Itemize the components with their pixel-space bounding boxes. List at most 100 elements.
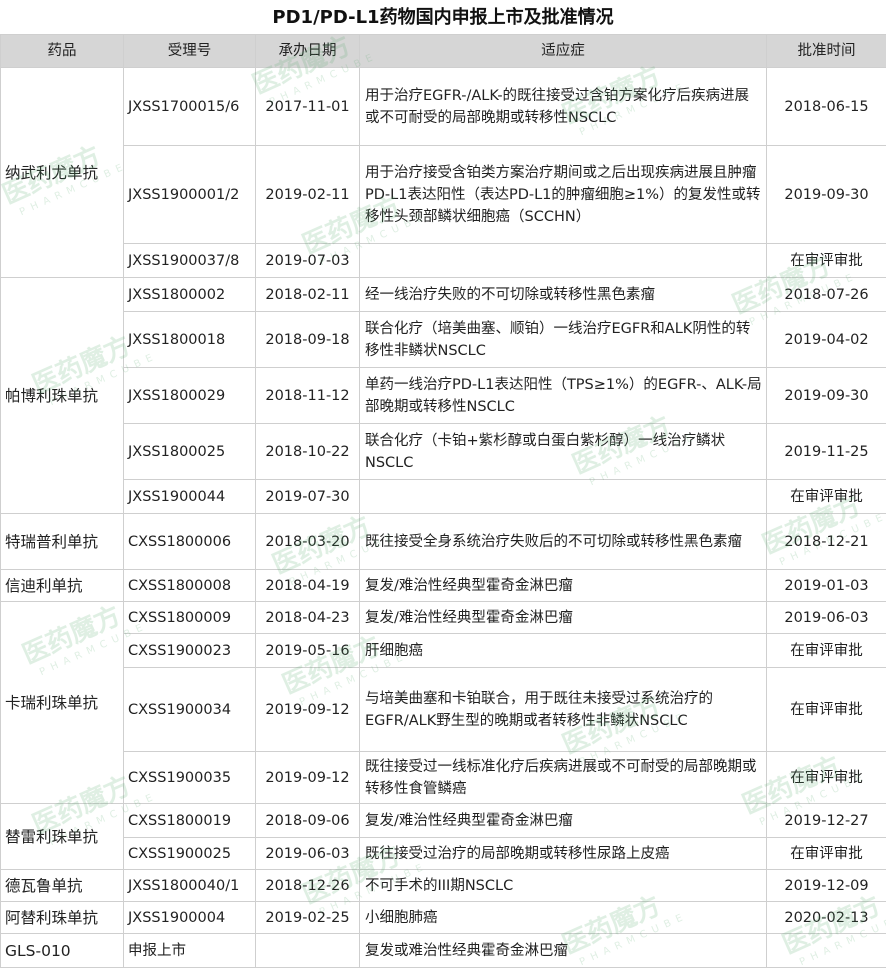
drug-name-cell: 纳武利尤单抗 — [1, 68, 124, 278]
approval-time-cell: 2019-11-25 — [767, 424, 886, 480]
table-row: 德瓦鲁单抗JXSS1800040/12018-12-26不可手术的III期NSC… — [1, 870, 886, 902]
date-cell: 2018-02-11 — [256, 278, 360, 312]
acceptance-no-cell: JXSS1800025 — [124, 424, 256, 480]
approval-time-cell: 2018-12-21 — [767, 514, 886, 570]
acceptance-no-cell: JXSS1800002 — [124, 278, 256, 312]
drug-name-cell: 帕博利珠单抗 — [1, 278, 124, 514]
acceptance-no-cell: CXSS1800019 — [124, 804, 256, 838]
date-cell: 2018-09-18 — [256, 312, 360, 368]
indication-cell — [360, 244, 767, 278]
date-cell: 2019-05-16 — [256, 634, 360, 668]
table-row: CXSS19000252019-06-03既往接受过治疗的局部晚期或转移性尿路上… — [1, 838, 886, 870]
indication-cell: 肝细胞癌 — [360, 634, 767, 668]
approval-time-cell: 2019-01-03 — [767, 570, 886, 602]
table-row: JXSS1900037/82019-07-03在审评审批 — [1, 244, 886, 278]
acceptance-no-cell: CXSS1800006 — [124, 514, 256, 570]
acceptance-no-cell: 申报上市 — [124, 934, 256, 968]
approval-time-cell: 2019-12-27 — [767, 804, 886, 838]
approval-time-cell: 2019-09-30 — [767, 146, 886, 244]
indication-cell: 既往接受全身系统治疗失败后的不可切除或转移性黑色素瘤 — [360, 514, 767, 570]
date-cell: 2018-04-23 — [256, 602, 360, 634]
indication-cell: 复发或难治性经典霍奇金淋巴瘤 — [360, 934, 767, 968]
table-row: CXSS19000232019-05-16肝细胞癌在审评审批 — [1, 634, 886, 668]
drug-name-cell: 特瑞普利单抗 — [1, 514, 124, 570]
table-row: JXSS1900001/22019-02-11用于治疗接受含铂类方案治疗期间或之… — [1, 146, 886, 244]
indication-cell: 复发/难治性经典型霍奇金淋巴瘤 — [360, 602, 767, 634]
approval-time-cell: 2019-09-30 — [767, 368, 886, 424]
table-row: 帕博利珠单抗JXSS18000022018-02-11经一线治疗失败的不可切除或… — [1, 278, 886, 312]
header-approval-time: 批准时间 — [767, 35, 886, 68]
acceptance-no-cell: JXSS1800029 — [124, 368, 256, 424]
indication-cell — [360, 480, 767, 514]
header-date: 承办日期 — [256, 35, 360, 68]
table-row: JXSS18000292018-11-12单药一线治疗PD-L1表达阳性（TPS… — [1, 368, 886, 424]
indication-cell: 小细胞肺癌 — [360, 902, 767, 934]
acceptance-no-cell: JXSS1800018 — [124, 312, 256, 368]
date-cell — [256, 934, 360, 968]
table-row: JXSS18000252018-10-22联合化疗（卡铂+紫杉醇或白蛋白紫杉醇）… — [1, 424, 886, 480]
acceptance-no-cell: JXSS1800040/1 — [124, 870, 256, 902]
drug-name-cell: 卡瑞利珠单抗 — [1, 602, 124, 804]
indication-cell: 经一线治疗失败的不可切除或转移性黑色素瘤 — [360, 278, 767, 312]
table-row: JXSS19000442019-07-30在审评审批 — [1, 480, 886, 514]
indication-cell: 既往接受过一线标准化疗后疾病进展或不可耐受的局部晚期或转移性食管鳞癌 — [360, 752, 767, 804]
date-cell: 2019-02-11 — [256, 146, 360, 244]
header-acceptance-no: 受理号 — [124, 35, 256, 68]
approval-time-cell — [767, 934, 886, 968]
indication-cell: 复发/难治性经典型霍奇金淋巴瘤 — [360, 804, 767, 838]
table-row: JXSS18000182018-09-18联合化疗（培美曲塞、顺铂）一线治疗EG… — [1, 312, 886, 368]
acceptance-no-cell: JXSS1900044 — [124, 480, 256, 514]
drug-name-cell: 德瓦鲁单抗 — [1, 870, 124, 902]
approval-time-cell: 2020-02-13 — [767, 902, 886, 934]
acceptance-no-cell: JXSS1700015/6 — [124, 68, 256, 146]
approval-time-cell: 2019-06-03 — [767, 602, 886, 634]
acceptance-no-cell: CXSS1800009 — [124, 602, 256, 634]
table-row: CXSS19000352019-09-12既往接受过一线标准化疗后疾病进展或不可… — [1, 752, 886, 804]
header-indication: 适应症 — [360, 35, 767, 68]
drug-name-cell: 阿替利珠单抗 — [1, 902, 124, 934]
table-row: 阿替利珠单抗JXSS19000042019-02-25小细胞肺癌2020-02-… — [1, 902, 886, 934]
indication-cell: 单药一线治疗PD-L1表达阳性（TPS≥1%）的EGFR-、ALK-局部晚期或转… — [360, 368, 767, 424]
indication-cell: 联合化疗（卡铂+紫杉醇或白蛋白紫杉醇）一线治疗鳞状NSCLC — [360, 424, 767, 480]
acceptance-no-cell: JXSS1900001/2 — [124, 146, 256, 244]
approval-time-cell: 在审评审批 — [767, 838, 886, 870]
approval-time-cell: 在审评审批 — [767, 634, 886, 668]
approval-time-cell: 在审评审批 — [767, 480, 886, 514]
date-cell: 2019-07-03 — [256, 244, 360, 278]
approval-time-cell: 在审评审批 — [767, 752, 886, 804]
approval-time-cell: 2019-12-09 — [767, 870, 886, 902]
indication-cell: 不可手术的III期NSCLC — [360, 870, 767, 902]
acceptance-no-cell: CXSS1900035 — [124, 752, 256, 804]
table-row: 卡瑞利珠单抗CXSS18000092018-04-23复发/难治性经典型霍奇金淋… — [1, 602, 886, 634]
approval-table: 药品 受理号 承办日期 适应症 批准时间 纳武利尤单抗JXSS1700015/6… — [0, 34, 886, 968]
drug-name-cell: GLS-010 — [1, 934, 124, 968]
drug-name-cell: 替雷利珠单抗 — [1, 804, 124, 870]
table-row: GLS-010申报上市 复发或难治性经典霍奇金淋巴瘤 — [1, 934, 886, 968]
header-row: 药品 受理号 承办日期 适应症 批准时间 — [1, 35, 886, 68]
date-cell: 2018-03-20 — [256, 514, 360, 570]
table-body: 纳武利尤单抗JXSS1700015/62017-11-01用于治疗EGFR-/A… — [1, 68, 886, 968]
table-header: 药品 受理号 承办日期 适应症 批准时间 — [1, 35, 886, 68]
approval-time-cell: 在审评审批 — [767, 668, 886, 752]
acceptance-no-cell: JXSS1900004 — [124, 902, 256, 934]
date-cell: 2019-09-12 — [256, 668, 360, 752]
acceptance-no-cell: CXSS1800008 — [124, 570, 256, 602]
date-cell: 2017-11-01 — [256, 68, 360, 146]
indication-cell: 联合化疗（培美曲塞、顺铂）一线治疗EGFR和ALK阴性的转移性非鳞状NSCLC — [360, 312, 767, 368]
table-row: CXSS19000342019-09-12与培美曲塞和卡铂联合，用于既往未接受过… — [1, 668, 886, 752]
approval-time-cell: 2018-07-26 — [767, 278, 886, 312]
indication-cell: 复发/难治性经典型霍奇金淋巴瘤 — [360, 570, 767, 602]
indication-cell: 用于治疗接受含铂类方案治疗期间或之后出现疾病进展且肿瘤PD-L1表达阳性（表达P… — [360, 146, 767, 244]
indication-cell: 与培美曲塞和卡铂联合，用于既往未接受过系统治疗的EGFR/ALK野生型的晚期或者… — [360, 668, 767, 752]
approval-time-cell: 2018-06-15 — [767, 68, 886, 146]
indication-cell: 既往接受过治疗的局部晚期或转移性尿路上皮癌 — [360, 838, 767, 870]
date-cell: 2019-02-25 — [256, 902, 360, 934]
acceptance-no-cell: CXSS1900034 — [124, 668, 256, 752]
date-cell: 2018-11-12 — [256, 368, 360, 424]
table-row: 特瑞普利单抗CXSS18000062018-03-20既往接受全身系统治疗失败后… — [1, 514, 886, 570]
date-cell: 2018-04-19 — [256, 570, 360, 602]
date-cell: 2019-09-12 — [256, 752, 360, 804]
acceptance-no-cell: CXSS1900025 — [124, 838, 256, 870]
acceptance-no-cell: CXSS1900023 — [124, 634, 256, 668]
table-row: 信迪利单抗CXSS18000082018-04-19复发/难治性经典型霍奇金淋巴… — [1, 570, 886, 602]
